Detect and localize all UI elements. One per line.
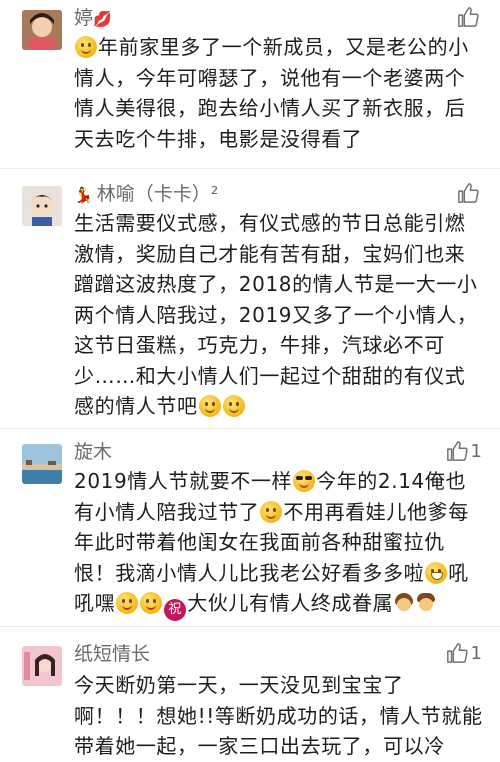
boy-emoji xyxy=(415,592,437,614)
like-button[interactable] xyxy=(457,6,482,28)
avatar[interactable] xyxy=(22,10,62,50)
grin-emoji xyxy=(425,561,448,584)
commenter-name[interactable]: 💃 林喻（卡卡）² xyxy=(74,182,218,207)
thumbs-up-icon xyxy=(458,183,479,203)
commenter-name[interactable]: 纸短情长 xyxy=(74,642,150,666)
divider xyxy=(0,428,500,429)
smile-emoji xyxy=(116,592,139,614)
avatar-photo xyxy=(22,10,62,50)
smile-emoji xyxy=(75,36,97,58)
like-count: 1 xyxy=(470,441,482,462)
commenter-name[interactable]: 旋木 xyxy=(74,440,112,464)
avatar[interactable] xyxy=(22,646,62,686)
dancer-emoji: 💃 xyxy=(74,186,93,204)
avatar-photo xyxy=(22,186,62,226)
thumbs-up-icon xyxy=(446,441,468,461)
comment-text: 生活需要仪式感，有仪式感的节日总能引燃激情，奖励自己才能有苦有甜，宝妈们也来蹭蹭… xyxy=(74,211,478,418)
blush-emoji xyxy=(222,395,245,417)
like-button[interactable]: 1 xyxy=(446,642,482,664)
thumbs-up-icon xyxy=(458,7,479,27)
comment-text: 2019情人节就要不一样 今年的2.14俺也有小情人陪我过节了 不用再看娃儿他爹每年… xyxy=(74,466,484,621)
sunglasses-emoji xyxy=(293,470,316,492)
thumbs-up-icon xyxy=(446,643,468,663)
blessing-emoji: 祝 xyxy=(164,599,187,621)
commenter-name[interactable]: 婷💋 xyxy=(74,6,112,31)
divider xyxy=(0,626,500,627)
comment-text: 今天断奶第一天，一天没见到宝宝了啊！！！想她!!等断奶成功的话，情人节就能带着她… xyxy=(74,673,483,758)
blush-emoji xyxy=(198,395,221,417)
avatar-photo xyxy=(22,444,62,484)
girl-emoji xyxy=(393,592,415,614)
divider xyxy=(0,168,500,169)
like-button[interactable] xyxy=(457,182,482,204)
like-count: 1 xyxy=(470,643,482,664)
comment-text: 年前家里多了一个新成员，又是老公的小情人，今年可嘚瑟了，说他有一个老婆两个情人美… xyxy=(74,35,469,151)
like-button[interactable]: 1 xyxy=(446,440,482,462)
lips-emoji: 💋 xyxy=(93,10,112,28)
comment-list: 婷💋 年前家里多了一个新成员，又是老公的小情人，今年可嘚瑟了，说他有一个老婆两个… xyxy=(0,0,500,758)
avatar-photo xyxy=(22,646,62,686)
avatar[interactable] xyxy=(22,444,62,484)
smile-emoji xyxy=(140,592,163,614)
smile-emoji xyxy=(260,500,283,523)
avatar[interactable] xyxy=(22,186,62,226)
